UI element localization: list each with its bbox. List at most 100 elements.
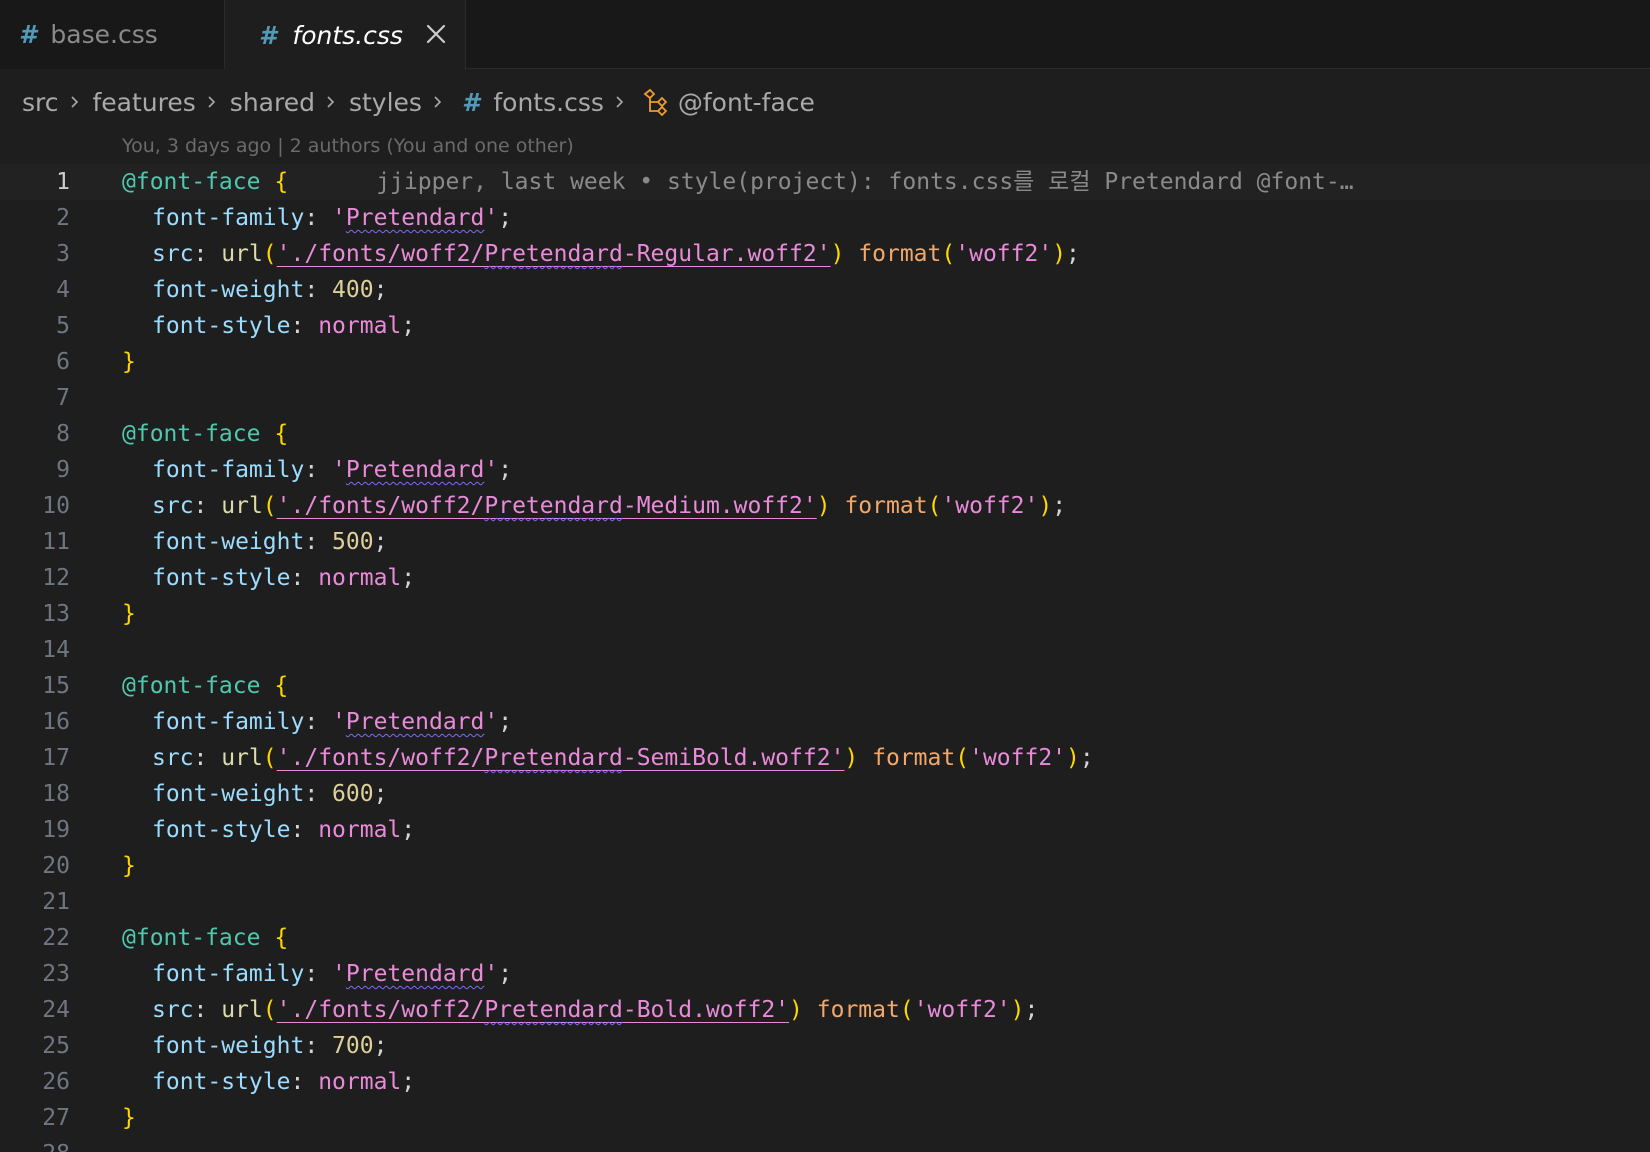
font-family-value: Pretendard (345, 205, 485, 231)
code-line[interactable]: 14 (0, 632, 1650, 668)
close-icon[interactable] (423, 21, 449, 47)
brace: { (274, 169, 289, 195)
breadcrumb-item-features[interactable]: features (93, 88, 196, 117)
code-token: : (290, 313, 319, 339)
url-path: -Bold.woff2' (622, 997, 790, 1023)
url-path-link[interactable]: './fonts/woff2/Pretendard-Regular.woff2' (277, 241, 831, 267)
code-token: ; (498, 205, 513, 231)
code-line[interactable]: 11 font-weight: 500; (0, 524, 1650, 560)
code-content: src: url('./fonts/woff2/Pretendard-SemiB… (122, 740, 1094, 776)
code-line[interactable]: 23 font-family: 'Pretendard'; (0, 956, 1650, 992)
codelens-authors[interactable]: You, 3 days ago | 2 authors (You and one… (122, 135, 574, 157)
breadcrumb-item-file[interactable]: fonts.css (493, 88, 604, 117)
code-token: ; (498, 961, 513, 987)
property: font-weight (152, 277, 305, 303)
code-line[interactable]: 25 font-weight: 700; (0, 1028, 1650, 1064)
code-line[interactable]: 21 (0, 884, 1650, 920)
code-line[interactable]: 2 font-family: 'Pretendard'; (0, 200, 1650, 236)
property: src (152, 493, 194, 519)
paren: ( (262, 745, 277, 771)
breadcrumb-item-src[interactable]: src (22, 88, 59, 117)
function: url (221, 241, 263, 267)
code-line[interactable]: 6} (0, 344, 1650, 380)
chevron-right-icon (208, 96, 215, 108)
tab-base-css[interactable]: # base.css (0, 0, 225, 69)
function: url (221, 997, 263, 1023)
breadcrumb: src features shared styles # fonts.css @… (22, 80, 815, 124)
breadcrumb-item-styles[interactable]: styles (349, 88, 422, 117)
code-content: font-weight: 500; (122, 524, 387, 560)
property: font-weight (152, 1033, 305, 1059)
code-editor[interactable]: 1 @font-face {jjipper, last week • style(… (0, 164, 1650, 1152)
code-content: font-style: normal; (122, 560, 415, 596)
code-line[interactable]: 19 font-style: normal; (0, 812, 1650, 848)
code-token: : (193, 241, 222, 267)
line-number: 18 (42, 781, 70, 807)
code-line[interactable]: 26 font-style: normal; (0, 1064, 1650, 1100)
font-weight-value: 600 (332, 781, 374, 807)
line-number: 21 (42, 889, 70, 915)
code-line[interactable]: 15 @font-face { (0, 668, 1650, 704)
font-style-value: normal (318, 817, 402, 843)
tab-fonts-css[interactable]: # fonts.css (225, 0, 466, 70)
paren: ) (789, 997, 803, 1023)
font-weight-value: 500 (332, 529, 374, 555)
code-line[interactable]: 24 src: url('./fonts/woff2/Pretendard-Bol… (0, 992, 1650, 1028)
paren: ( (899, 997, 914, 1023)
code-line[interactable]: 12 font-style: normal; (0, 560, 1650, 596)
format-value: 'woff2' (955, 241, 1053, 267)
code-token: ' (332, 457, 346, 483)
line-number: 2 (56, 205, 70, 231)
line-number: 1 (56, 169, 70, 195)
code-token: ' (332, 205, 346, 231)
brace: { (274, 925, 289, 951)
code-content: } (122, 344, 136, 380)
brace: } (122, 853, 136, 879)
code-token: ; (373, 277, 388, 303)
code-line[interactable]: 17 src: url('./fonts/woff2/Pretendard-Sem… (0, 740, 1650, 776)
code-line[interactable]: 18 font-weight: 600; (0, 776, 1650, 812)
hash-icon: # (259, 20, 277, 50)
code-line[interactable]: 5 font-style: normal; (0, 308, 1650, 344)
code-line[interactable]: 20} (0, 848, 1650, 884)
code-token: : (290, 817, 319, 843)
code-content: font-weight: 600; (122, 776, 387, 812)
paren: ) (816, 493, 831, 519)
code-line[interactable]: 10 src: url('./fonts/woff2/Pretendard-Med… (0, 488, 1650, 524)
code-line[interactable]: 28 (0, 1136, 1650, 1152)
line-number: 20 (42, 853, 70, 879)
code-line[interactable]: 7 (0, 380, 1650, 416)
url-path: './fonts/woff2/ (276, 745, 485, 771)
line-number: 5 (56, 313, 70, 339)
code-line[interactable]: 27} (0, 1100, 1650, 1136)
line-number: 3 (56, 241, 70, 267)
code-line[interactable]: 13} (0, 596, 1650, 632)
code-line[interactable]: 1 @font-face {jjipper, last week • style(… (0, 164, 1650, 200)
hash-icon: # (19, 20, 37, 49)
code-content: } (122, 596, 136, 632)
font-family-value: Pretendard (345, 961, 485, 987)
code-line[interactable]: 22 @font-face { (0, 920, 1650, 956)
paren: ) (844, 745, 859, 771)
url-path-link[interactable]: './fonts/woff2/Pretendard-Bold.woff2' (277, 997, 789, 1023)
url-path-link[interactable]: './fonts/woff2/Pretendard-SemiBold.woff2… (277, 745, 845, 771)
url-path: -SemiBold.woff2' (622, 745, 845, 771)
code-line[interactable]: 16 font-family: 'Pretendard'; (0, 704, 1650, 740)
code-line[interactable]: 3 src: url('./fonts/woff2/Pretendard-Regu… (0, 236, 1650, 272)
line-number: 23 (42, 961, 70, 987)
breadcrumb-item-shared[interactable]: shared (230, 88, 315, 117)
code-line[interactable]: 4 font-weight: 400; (0, 272, 1650, 308)
font-family-value: Pretendard (345, 709, 485, 735)
line-number: 7 (56, 385, 70, 411)
code-token: ; (498, 457, 513, 483)
function: url (221, 745, 263, 771)
chevron-right-icon (434, 96, 442, 108)
code-line[interactable]: 9 font-family: 'Pretendard'; (0, 452, 1650, 488)
line-number: 14 (42, 637, 70, 663)
breadcrumb-item-symbol[interactable]: @font-face (678, 88, 815, 117)
code-line[interactable]: 8 @font-face { (0, 416, 1650, 452)
code-content: @font-face {jjipper, last week • style(p… (122, 164, 1354, 200)
url-path-link[interactable]: './fonts/woff2/Pretendard-Medium.woff2' (277, 493, 817, 519)
